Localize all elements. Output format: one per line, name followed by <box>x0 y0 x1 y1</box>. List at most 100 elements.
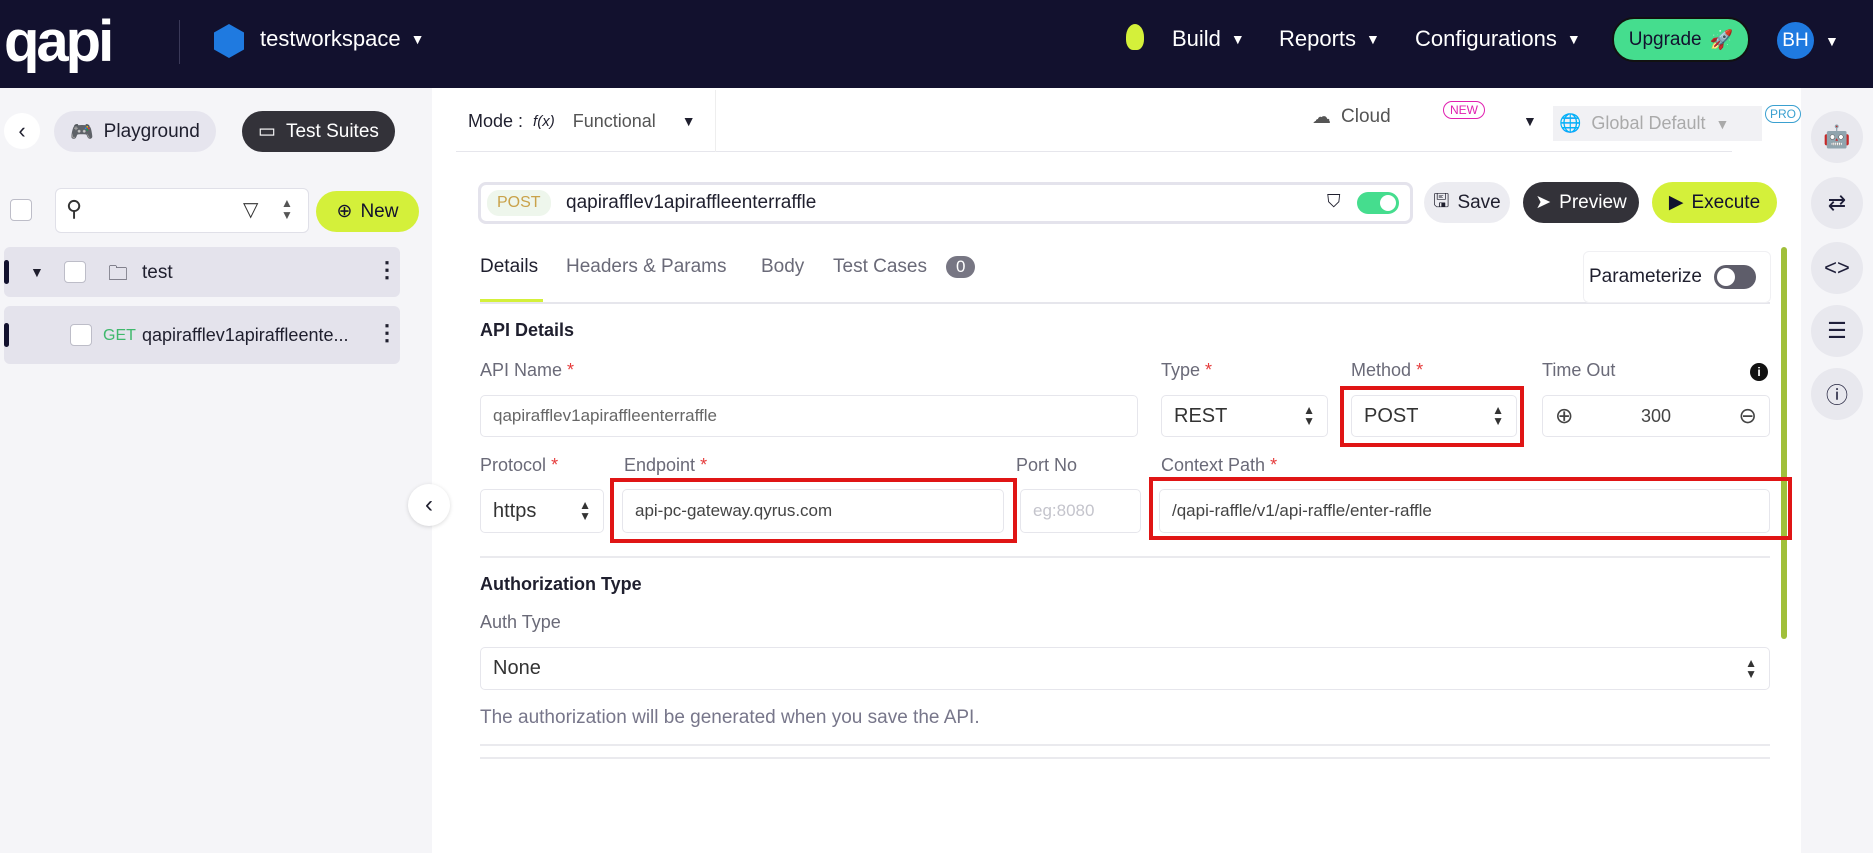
timeout-label: Time Out <box>1542 360 1616 380</box>
sort-arrows-icon: ▲ ▼ <box>1303 403 1315 428</box>
folder-icon: ▭ <box>258 121 276 142</box>
tab-body[interactable]: Body <box>761 256 804 278</box>
parameterize-toggle[interactable]: Parameterize <box>1583 251 1771 303</box>
request-name[interactable]: qapirafflev1apiraffleenterraffle <box>566 192 816 214</box>
divider <box>480 744 1770 746</box>
auth-type-select[interactable]: None ▲ ▼ <box>480 647 1770 690</box>
info-circle-icon[interactable]: ⓘ <box>1811 368 1863 420</box>
toggle-switch[interactable] <box>1357 192 1399 214</box>
chevron-down-icon[interactable]: ▼ <box>1523 113 1537 129</box>
auth-hint: The authorization will be generated when… <box>480 707 980 728</box>
back-button[interactable]: ‹ <box>4 113 40 149</box>
parameterize-label: Parameterize <box>1589 266 1702 287</box>
row-checkbox[interactable] <box>70 324 92 346</box>
top-header: qapi testworkspace ▼ Build ▼ Reports ▼ Conf… <box>0 0 1873 88</box>
execute-label: Execute <box>1691 191 1761 213</box>
toggle-switch[interactable] <box>1714 265 1756 289</box>
list-icon[interactable]: ☰ <box>1811 305 1863 357</box>
cloud-label: Cloud <box>1341 106 1391 127</box>
new-badge: NEW <box>1443 101 1485 119</box>
nav-build[interactable]: Build ▼ <box>1172 26 1245 52</box>
tab-headers-params[interactable]: Headers & Params <box>566 256 727 278</box>
avatar[interactable]: BH <box>1777 22 1814 59</box>
type-select[interactable]: REST ▲ ▼ <box>1161 395 1328 437</box>
timeout-value: 300 <box>1640 405 1672 426</box>
test-suites-label: Test Suites <box>285 120 379 142</box>
new-label: New <box>360 200 399 222</box>
mode-label: Mode : <box>468 110 524 131</box>
save-button[interactable]: 🖫 Save <box>1424 182 1510 223</box>
chevron-down-icon: ▼ <box>681 113 696 129</box>
tabs-divider <box>480 302 1770 304</box>
api-row[interactable]: GET qapirafflev1apiraffleente... ⋮ <box>4 306 400 364</box>
method-value: POST <box>1364 404 1419 427</box>
bot-assistant-icon[interactable]: 🤖 <box>1811 111 1863 163</box>
code-icon[interactable]: <> <box>1811 242 1863 294</box>
test-cases-count-badge: 0 <box>946 256 976 278</box>
row-checkbox[interactable] <box>64 261 86 283</box>
request-bar: POST qapirafflev1apiraffleenterraffle ⛉ <box>478 182 1413 224</box>
nav-reports[interactable]: Reports ▼ <box>1279 26 1380 52</box>
search-icon: ⚲ <box>66 196 83 221</box>
api-name-input[interactable]: qapirafflev1apiraffleenterraffle <box>480 395 1138 437</box>
preview-button[interactable]: ➤ Preview <box>1523 182 1639 223</box>
type-value: REST <box>1174 404 1228 427</box>
qapi-logo[interactable]: qapi <box>4 8 114 75</box>
divider <box>179 20 180 64</box>
caret-down-icon[interactable]: ▼ <box>30 264 44 280</box>
folder-icon: 🗀 <box>108 263 128 285</box>
endpoint-input[interactable]: api-pc-gateway.qyrus.com <box>622 489 1004 533</box>
type-label: Type * <box>1161 360 1213 380</box>
endpoint-label: Endpoint * <box>624 455 708 475</box>
save-label: Save <box>1457 191 1501 213</box>
tab-test-cases[interactable]: Test Cases <box>833 256 927 278</box>
workspace-dropdown[interactable]: testworkspace ▼ <box>260 26 424 52</box>
nav-label: Build <box>1172 26 1221 51</box>
nav-label: Configurations <box>1415 26 1557 51</box>
select-all-checkbox[interactable] <box>10 199 32 221</box>
upgrade-label: Upgrade <box>1628 28 1702 50</box>
chevron-down-icon: ▼ <box>1715 115 1730 132</box>
sort-arrows-icon: ▲ ▼ <box>579 498 591 523</box>
chevron-down-icon: ▼ <box>1566 31 1581 47</box>
search-input[interactable]: ⚲ ▽ ▲ ▼ <box>55 188 309 233</box>
increment-icon[interactable]: ⊕ <box>1555 403 1573 429</box>
protocol-select[interactable]: https ▲ ▼ <box>480 489 604 533</box>
chevron-down-icon[interactable]: ▼ <box>1825 33 1839 49</box>
mode-dropdown[interactable]: Mode : f(x) Functional ▼ <box>456 90 716 152</box>
cloud-selector[interactable]: ☁ Cloud <box>1312 106 1391 129</box>
execute-button[interactable]: ▶ Execute <box>1652 182 1777 223</box>
environment-dropdown[interactable]: 🌐 Global Default ▼ <box>1553 106 1762 141</box>
folder-row[interactable]: ▼ 🗀 test ⋮ <box>4 247 400 297</box>
context-path-input[interactable]: /qapi-raffle/v1/api-raffle/enter-raffle <box>1159 489 1770 533</box>
port-input[interactable]: eg:8080 <box>1020 489 1141 533</box>
upgrade-button[interactable]: Upgrade 🚀 <box>1612 17 1750 62</box>
sort-arrows-icon: ▲ ▼ <box>1745 655 1757 681</box>
filter-icon[interactable]: ▽ <box>243 197 258 222</box>
more-vert-icon[interactable]: ⋮ <box>376 320 398 346</box>
method-badge: GET <box>103 327 136 344</box>
tab-details[interactable]: Details <box>480 256 538 278</box>
sort-icon[interactable]: ▲ ▼ <box>281 197 293 221</box>
collapse-sidebar-button[interactable]: ‹ <box>408 484 450 526</box>
test-suites-button[interactable]: ▭ Test Suites <box>242 111 395 152</box>
timeout-stepper[interactable]: ⊕ 300 ⊖ <box>1542 395 1770 437</box>
send-icon: ➤ <box>1535 192 1552 213</box>
right-rail: 🤖 ⇄ <> ☰ ⓘ <box>1801 88 1873 853</box>
method-select[interactable]: POST ▲ ▼ <box>1351 395 1517 437</box>
nav-configurations[interactable]: Configurations ▼ <box>1415 26 1581 52</box>
globe-icon: 🌐 <box>1559 113 1582 133</box>
gamepad-icon: 🎮 <box>70 121 94 143</box>
playground-button[interactable]: 🎮 Playground <box>54 111 216 152</box>
info-icon[interactable]: i <box>1750 363 1768 381</box>
more-vert-icon[interactable]: ⋮ <box>376 257 398 283</box>
auth-type-label: Auth Type <box>480 612 561 632</box>
divider <box>480 556 1770 558</box>
divider <box>480 757 1770 759</box>
shield-icon[interactable]: ⛉ <box>1327 191 1341 212</box>
decrement-icon[interactable]: ⊖ <box>1739 403 1757 429</box>
swap-arrows-icon[interactable]: ⇄ <box>1811 177 1863 229</box>
new-button[interactable]: ⊕ New <box>316 191 419 232</box>
lightbulb-icon[interactable] <box>1126 24 1144 50</box>
scrollbar[interactable] <box>1781 247 1787 639</box>
